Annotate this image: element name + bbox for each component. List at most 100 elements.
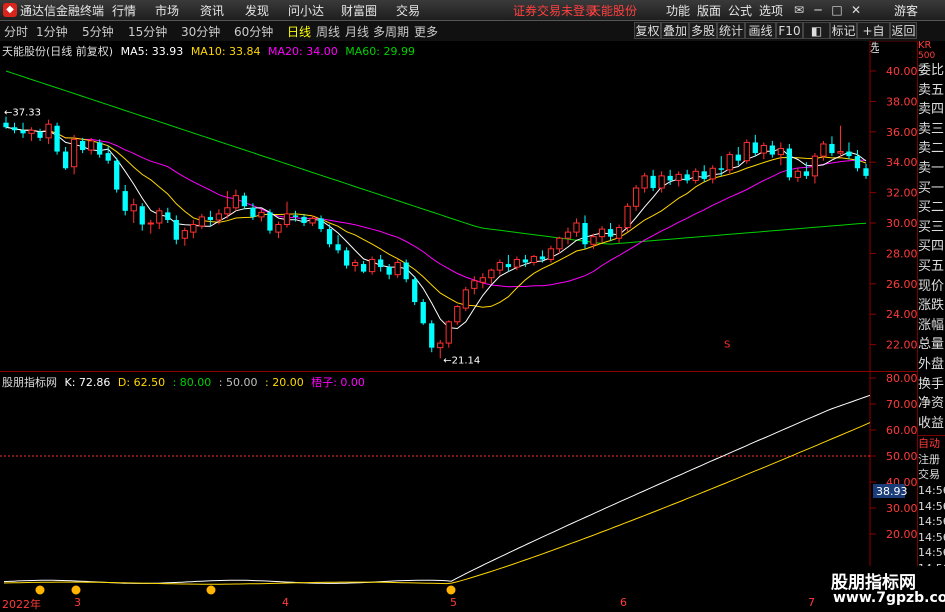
candle-body-down <box>786 148 793 178</box>
candle-body-down <box>854 156 861 169</box>
candle-body-up <box>760 144 767 154</box>
candle-body-down <box>105 153 111 161</box>
price-tick-label: 40.00 <box>886 65 917 78</box>
candle-body-up <box>675 173 682 181</box>
mark-button[interactable]: 标记 <box>830 22 857 39</box>
candle-body-up <box>590 236 597 245</box>
indicator-tick-label: 80.00 <box>886 372 917 385</box>
candle-body-up <box>624 205 631 229</box>
candle-body-up <box>368 258 376 273</box>
trade-row-0[interactable]: 自动 <box>918 436 945 452</box>
close-icon[interactable]: ✕ <box>847 1 865 19</box>
trade-row-2[interactable]: 交易 <box>918 467 945 483</box>
menu-quotes[interactable]: 行情 <box>112 2 136 19</box>
level-80: : 80.00 <box>172 376 212 389</box>
quote-row-15: 外盘 <box>918 356 945 372</box>
indicator-tick-label: 20.00 <box>886 528 917 541</box>
menu-trade[interactable]: 交易 <box>396 2 420 19</box>
draw-line-button[interactable]: 画线 <box>745 22 776 39</box>
menu-discover[interactable]: 发现 <box>245 2 269 19</box>
candle-body-down <box>20 130 26 134</box>
back-button[interactable]: 返回 <box>890 22 917 39</box>
menu-formula[interactable]: 公式 <box>728 2 752 19</box>
multi-stock-button[interactable]: 多股 <box>689 22 717 39</box>
price-tick-label: 30.00 <box>886 217 917 230</box>
indicator-chart[interactable]: 80.0070.0060.0050.0040.0030.0020.00 38.9… <box>0 372 917 596</box>
candle-body-down <box>650 175 656 189</box>
trade-row-1[interactable]: 注册 <box>918 452 945 468</box>
candle-body-up <box>147 222 154 225</box>
candle-body-down <box>267 212 273 231</box>
quote-row-1: 卖五 <box>918 82 945 98</box>
indicator-title: 股朋指标网 <box>2 376 57 389</box>
candle-body-down <box>403 262 409 280</box>
period-tab-intraday[interactable]: 分时 <box>4 23 28 40</box>
statistics-button[interactable]: 统计 <box>717 22 745 39</box>
candle-body-down <box>846 151 852 157</box>
candle-body-up <box>547 248 555 260</box>
menu-ask[interactable]: 问小达 <box>288 2 324 19</box>
candle-body-up <box>445 321 452 344</box>
menu-wealth[interactable]: 财富圈 <box>341 2 377 19</box>
adjust-button[interactable]: 复权 <box>634 22 661 39</box>
login-notice[interactable]: 证券交易未登录 <box>513 2 597 19</box>
add-favorite-button[interactable]: +自选 <box>857 22 890 55</box>
candle-body-up <box>283 213 291 226</box>
period-tab-weekly[interactable]: 周线 <box>316 23 340 40</box>
candle-body-down <box>3 122 9 128</box>
quote-code-sub: 500 <box>918 51 936 61</box>
period-tab-15min[interactable]: 15分钟 <box>128 23 167 40</box>
candle-body-down <box>97 142 103 155</box>
candle-body-up <box>496 262 504 271</box>
menu-function[interactable]: 功能 <box>666 2 690 19</box>
f10-button[interactable]: F10 <box>776 22 803 39</box>
envelope-icon[interactable]: ✉ <box>790 1 808 19</box>
signal-dot <box>206 585 216 595</box>
candle-body-down <box>62 151 69 169</box>
quote-row-7: 买二 <box>918 200 945 216</box>
quote-row-9: 买四 <box>918 239 945 255</box>
trade-row-7: 14:56 <box>918 546 945 560</box>
menu-market[interactable]: 市场 <box>155 2 179 19</box>
period-tab-5min[interactable]: 5分钟 <box>82 23 114 40</box>
period-tab-monthly[interactable]: 月线 <box>345 23 369 40</box>
overlay-button[interactable]: 叠加 <box>661 22 689 39</box>
menu-layout[interactable]: 版面 <box>697 2 721 19</box>
candle-body-down <box>803 171 810 176</box>
candle-body-up <box>479 277 486 283</box>
candle-body-up <box>181 230 188 239</box>
guest-label[interactable]: 游客 <box>894 2 918 19</box>
app-logo-icon: ◆ <box>3 3 17 17</box>
watermark: 股朋指标网 www.7gpzb.com <box>825 566 945 609</box>
period-tab-60min[interactable]: 60分钟 <box>234 23 273 40</box>
quote-row-11: 现价 <box>918 278 945 294</box>
trade-row-5: 14:56 <box>918 515 945 529</box>
quote-row-16: 换手 <box>918 376 945 392</box>
period-tab-daily[interactable]: 日线 <box>287 23 311 40</box>
quote-row-5: 卖一 <box>918 160 945 176</box>
candlestick-chart[interactable]: 40.00 38.00 36.00 34.00 32.00 30.00 28.00 26.00… <box>0 41 917 372</box>
period-tab-30min[interactable]: 30分钟 <box>181 23 220 40</box>
menu-options[interactable]: 选项 <box>759 2 783 19</box>
minimize-icon[interactable]: ─ <box>809 1 827 19</box>
level-20: : 20.00 <box>265 376 304 389</box>
candle-body-up <box>437 342 444 349</box>
period-tab-multi[interactable]: 多周期 <box>373 23 409 40</box>
candle-body-up <box>70 138 78 168</box>
compare-icon[interactable]: ◧ <box>803 22 830 39</box>
high-price-label: ←37.33 <box>4 108 41 119</box>
ma5-label: MA5: 33.93 <box>120 45 184 58</box>
menu-news[interactable]: 资讯 <box>200 2 224 19</box>
candle-body-up <box>462 289 469 309</box>
candle-body-up <box>709 167 716 180</box>
candle-body-down <box>667 175 673 181</box>
period-tab-more[interactable]: 更多 <box>414 23 438 40</box>
candle-body-up <box>632 187 640 207</box>
quote-row-0: 委比 <box>918 63 945 78</box>
candle-body-down <box>139 206 145 225</box>
period-tab-1min[interactable]: 1分钟 <box>36 23 68 40</box>
indicator-legend: 股朋指标网 K: 72.86 D: 62.50 : 80.00 : 50.00 … <box>2 374 369 390</box>
maximize-icon[interactable]: □ <box>828 1 846 19</box>
quote-row-14: 总量 <box>918 337 945 353</box>
candle-body-down <box>301 216 307 223</box>
